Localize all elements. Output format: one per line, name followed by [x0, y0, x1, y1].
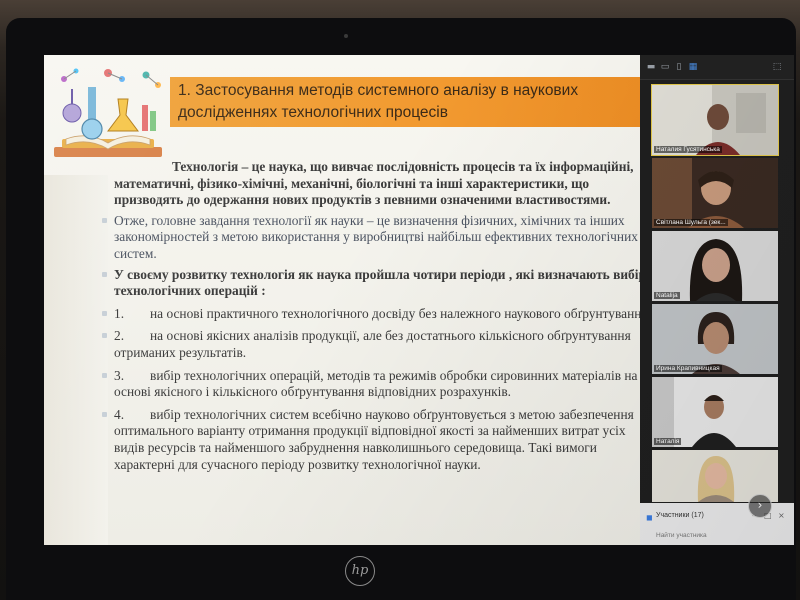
participant-video-tile[interactable]: Наталія	[652, 377, 778, 447]
period-item: 2. на основі якісних аналізів продукції, …	[102, 328, 640, 361]
bullet-marker	[102, 217, 107, 223]
participant-name: Наталия Гусятинська	[654, 146, 722, 153]
minimize-icon[interactable]: ▬	[646, 62, 656, 72]
period-item: 3. вибір технологічних операцій, методів …	[102, 367, 640, 401]
chevron-right-icon[interactable]: ›	[748, 494, 772, 518]
period-text: вибір технологічних систем всебічно наук…	[114, 406, 634, 472]
task-text: Отже, головне завдання технології як нау…	[114, 212, 638, 261]
video-panel-toolbar: ▬ ▭ ▯ ▦ ⬚	[640, 55, 794, 80]
participant-video	[652, 377, 778, 447]
bullet-marker	[102, 411, 107, 417]
period-number: 2.	[114, 328, 125, 344]
slide-title-line2: дослідженнях технологічних процесів	[178, 104, 448, 121]
slide-title: 1. Застосування методів системного аналі…	[178, 80, 638, 124]
period-number: 4.	[114, 406, 125, 422]
bullet-marker	[102, 310, 107, 316]
participant-video	[652, 304, 778, 374]
slide-title-bar: 1. Застосування методів системного аналі…	[170, 77, 640, 127]
hp-logo: hp	[345, 556, 375, 586]
participant-video-tile[interactable]: Світлана Шульга (зек...	[652, 158, 778, 228]
participants-icon: ◼	[646, 513, 653, 522]
close-window-icon[interactable]: ×	[778, 511, 785, 520]
presentation-slide: 1. Застосування методів системного аналі…	[44, 55, 640, 545]
task-paragraph: Отже, головне завдання технології як нау…	[102, 212, 640, 263]
period-text: на основі якісних аналізів продукції, ал…	[114, 328, 631, 360]
slide-side-band	[44, 175, 108, 545]
participant-name: Світлана Шульга (зек...	[654, 219, 728, 226]
science-illustration	[54, 68, 162, 157]
slide-body: Технологія – це наука, що вивчає послідо…	[102, 159, 640, 473]
participants-count: Участники (17)	[656, 512, 704, 519]
gallery-view-icon[interactable]: ▦	[688, 62, 698, 72]
bullet-marker	[102, 271, 107, 277]
participant-name: Natalija	[654, 292, 680, 299]
slide-title-line1: 1. Застосування методів системного аналі…	[178, 82, 579, 99]
period-number: 1.	[114, 305, 125, 321]
webcam-dot	[344, 34, 348, 38]
period-item: 1. на основі практичного технологічного д…	[102, 305, 640, 323]
participant-video	[652, 231, 778, 301]
participant-video-tile[interactable]: Natalija	[652, 231, 778, 301]
speaker-view-icon[interactable]: ▯	[674, 62, 684, 72]
participant-video-tile[interactable]: Наталия Гусятинська	[651, 84, 779, 156]
participant-video	[652, 158, 778, 228]
bullet-marker	[102, 333, 107, 339]
definition-paragraph: Технологія – це наука, що вивчає послідо…	[114, 159, 634, 208]
participant-name: Наталія	[654, 438, 682, 445]
bullet-marker	[102, 372, 107, 378]
video-panel: ▬ ▭ ▯ ▦ ⬚ Наталия Гусятинська Світлана Ш…	[640, 55, 794, 545]
participant-video	[652, 85, 778, 155]
expand-icon[interactable]: ⬚	[772, 62, 782, 72]
period-text: вибір технологічних операцій, методів та…	[114, 367, 638, 400]
participant-name: Ирина Крапивницкая	[654, 365, 722, 372]
hide-video-icon[interactable]: ▭	[660, 62, 670, 72]
participant-search[interactable]: Найти участника	[656, 532, 707, 539]
periods-intro-text: У своєму розвитку технологія як наука пр…	[114, 266, 640, 299]
screen: 1. Застосування методів системного аналі…	[44, 55, 794, 545]
period-text: на основі практичного технологічного дос…	[150, 305, 640, 321]
participant-video-tile[interactable]: Ирина Крапивницкая	[652, 304, 778, 374]
period-number: 3.	[114, 367, 125, 383]
periods-intro: У своєму розвитку технологія як наука пр…	[102, 266, 640, 300]
period-item: 4. вибір технологічних систем всебічно на…	[102, 406, 640, 473]
